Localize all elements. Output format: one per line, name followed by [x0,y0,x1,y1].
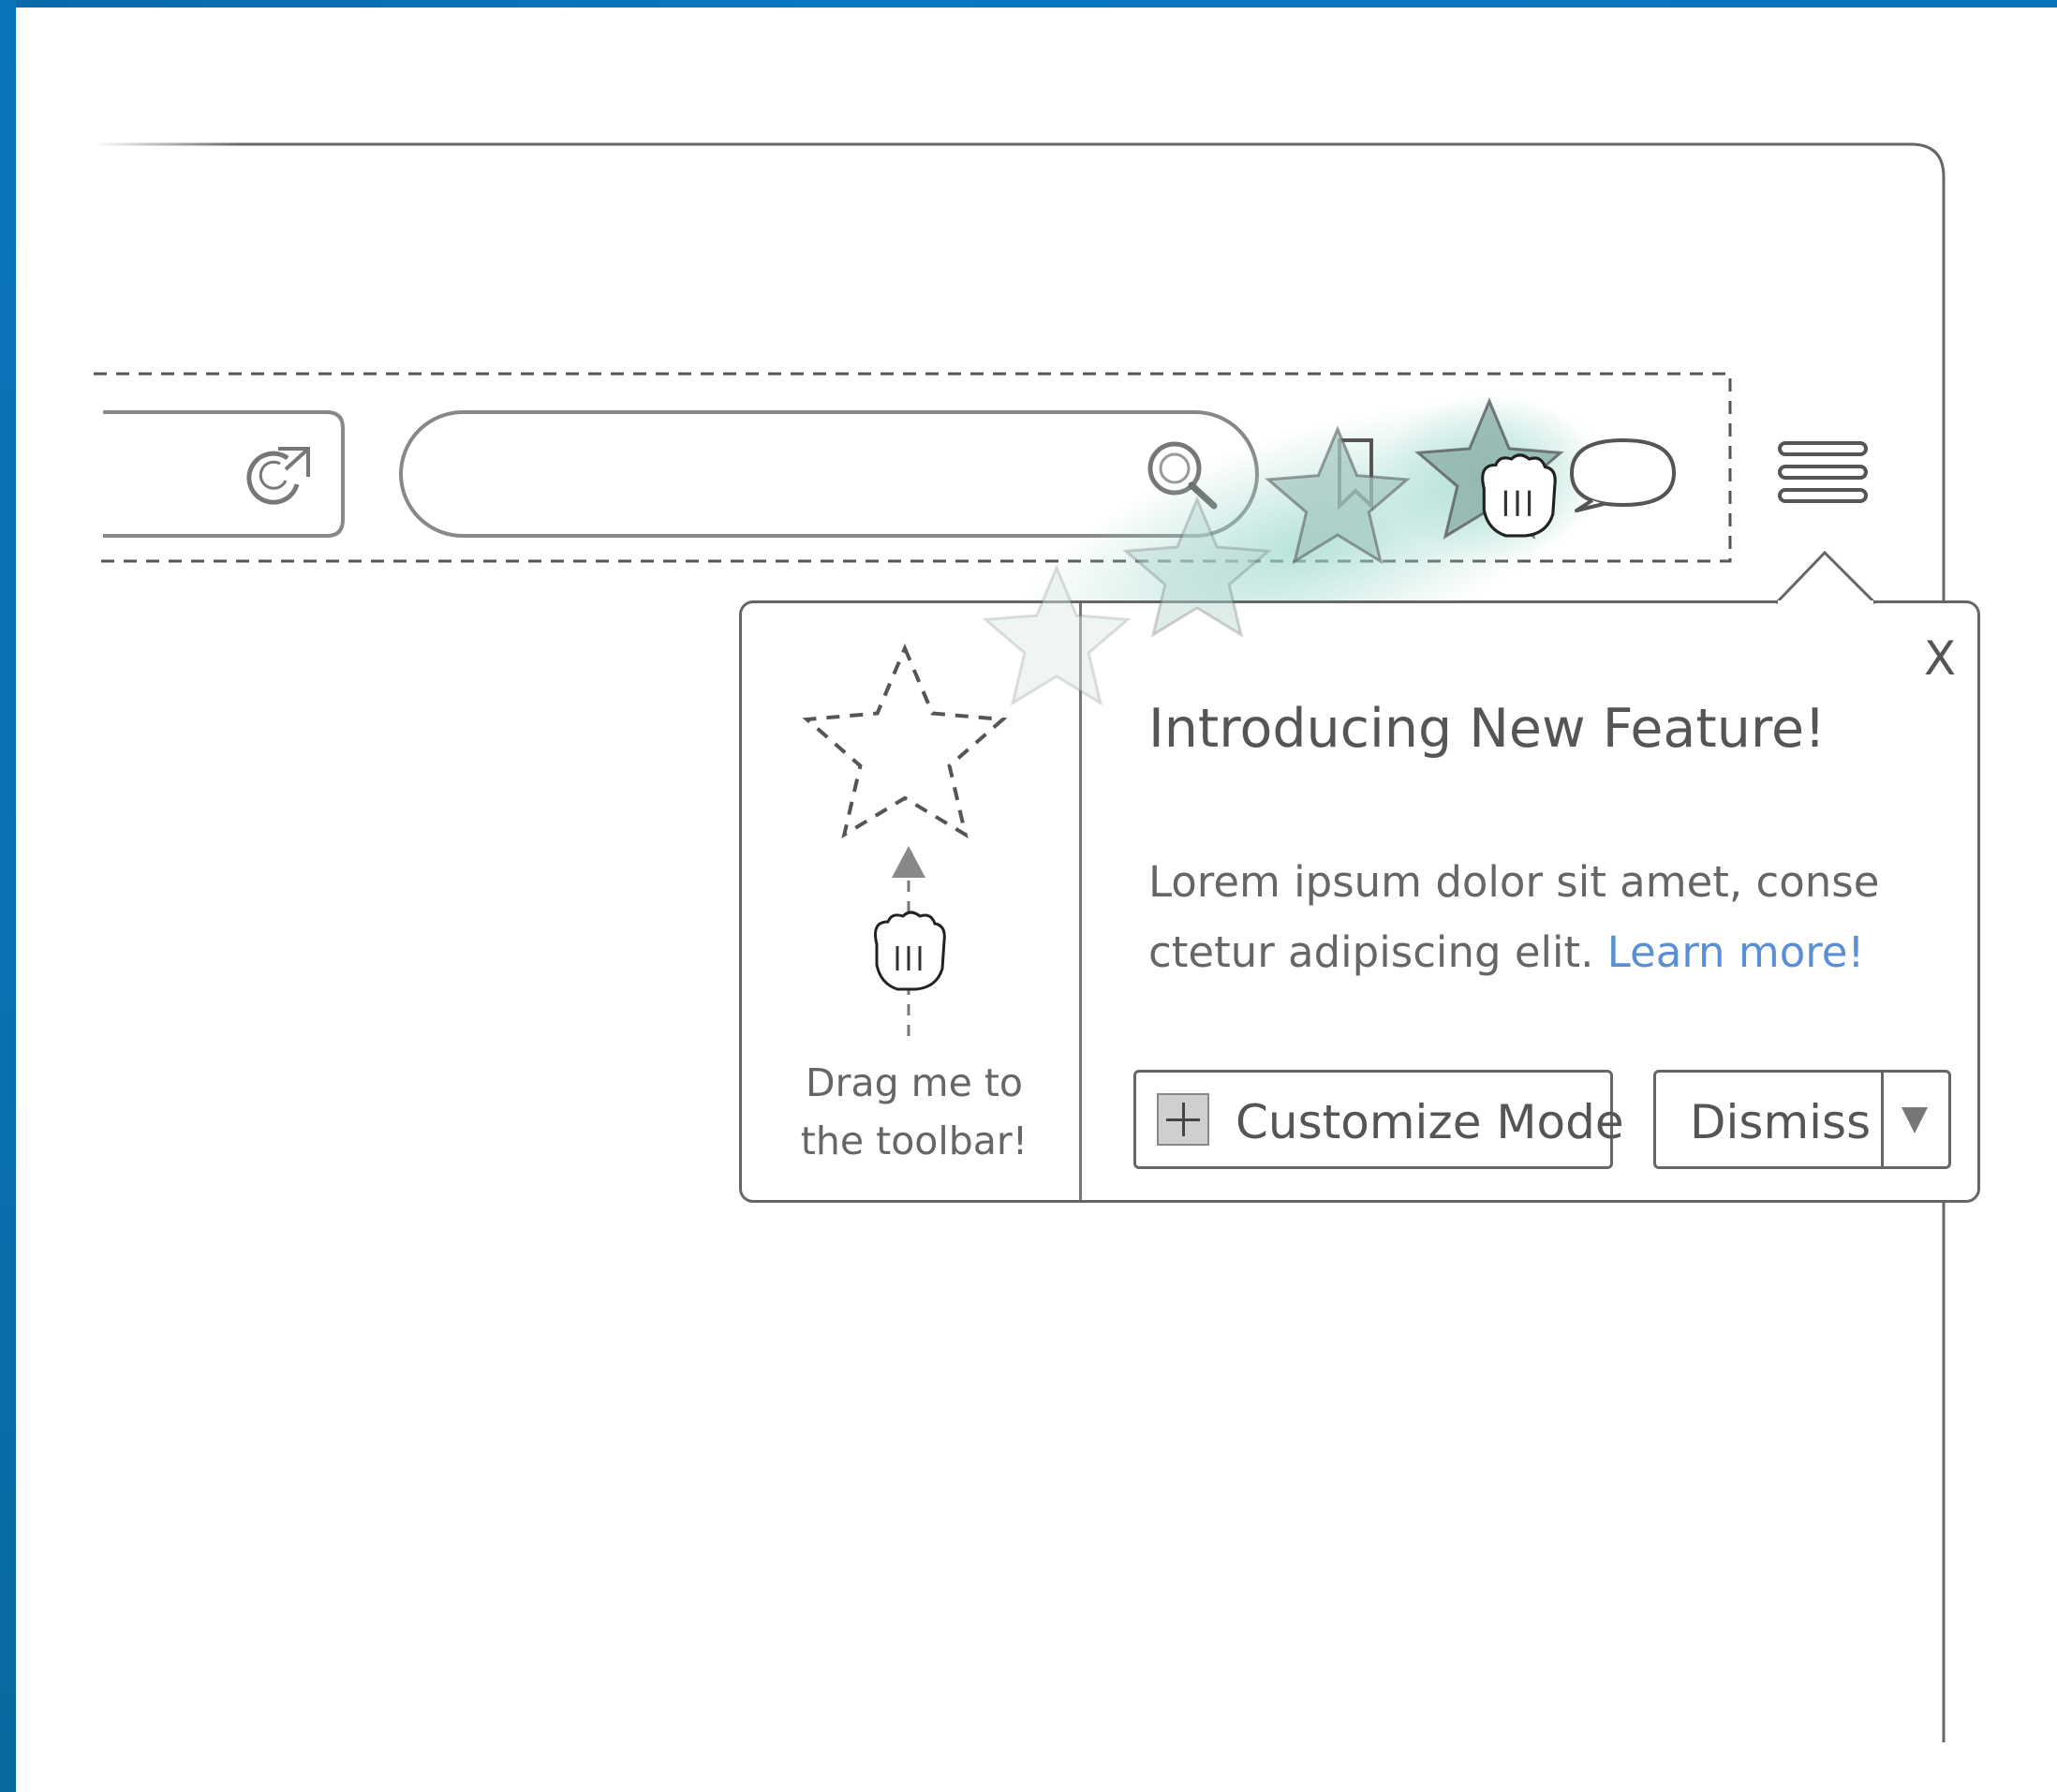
close-button[interactable]: X [1916,632,1963,685]
dismiss-label: Dismiss [1690,1095,1872,1149]
popup-divider [1079,603,1082,1200]
reload-icon[interactable] [246,447,310,505]
drag-hint-line2: the toolbar! [800,1118,1028,1163]
popup-body: Lorem ipsum dolor sit amet, conse ctetur… [1148,847,1935,987]
dismiss-button[interactable]: Dismiss [1653,1070,1951,1169]
popup-title: Introducing New Feature! [1148,698,1826,760]
learn-more-link[interactable]: Learn more! [1607,927,1865,977]
chat-bubble-icon[interactable] [1569,437,1677,512]
customize-mode-label: Customize Mode [1236,1095,1624,1149]
plus-icon [1157,1093,1209,1146]
hamburger-menu-icon[interactable] [1778,441,1868,503]
drag-hint: Drag me to the toolbar! [777,1054,1051,1170]
customize-mode-button[interactable]: Customize Mode [1133,1070,1624,1169]
drag-hint-line1: Drag me to [806,1060,1023,1105]
dropdown-arrow-icon[interactable] [1902,1107,1928,1133]
dismiss-separator [1881,1073,1884,1166]
